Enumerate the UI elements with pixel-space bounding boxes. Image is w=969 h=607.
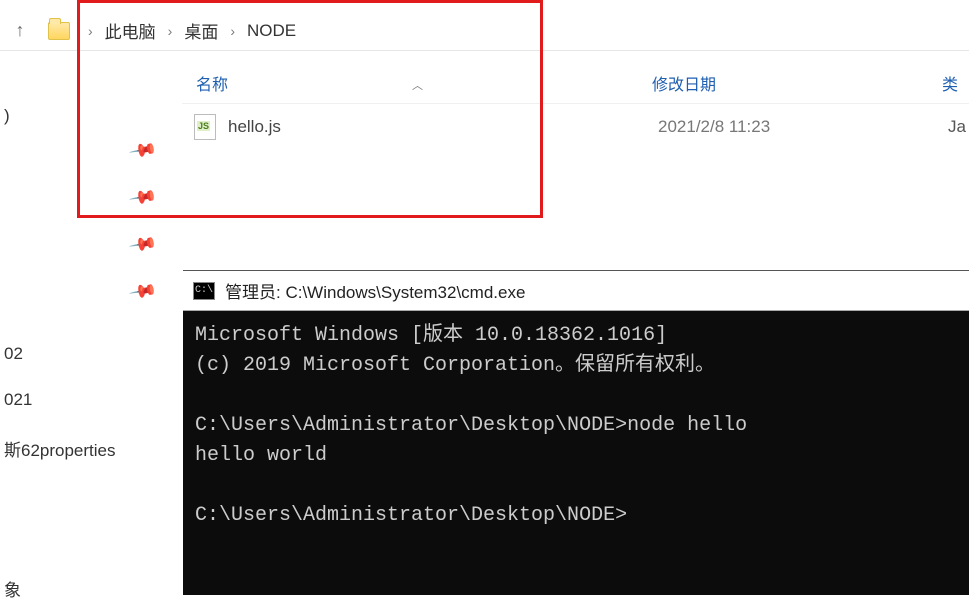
col-date-header[interactable]: 修改日期 xyxy=(652,71,942,95)
file-list: 名称 ︿ 修改日期 类 hello.js 2021/2/8 11:23 Ja xyxy=(182,62,969,212)
file-name: hello.js xyxy=(228,117,658,137)
pin-icon: 📌 xyxy=(128,135,158,165)
file-row[interactable]: hello.js 2021/2/8 11:23 Ja xyxy=(182,104,969,150)
chevron-icon: › xyxy=(222,23,243,39)
cmd-titlebar[interactable]: C:\ 管理员: C:\Windows\System32\cmd.exe xyxy=(183,271,969,311)
cmd-output[interactable]: Microsoft Windows [版本 10.0.18362.1016] (… xyxy=(183,311,969,531)
quick-access-pins: 📌 📌 📌 📌 xyxy=(132,140,154,302)
file-type: Ja xyxy=(948,117,966,137)
js-file-icon xyxy=(194,114,216,140)
pin-icon: 📌 xyxy=(128,229,158,259)
up-arrow-button[interactable]: ↑ xyxy=(6,17,34,45)
pin-icon: 📌 xyxy=(128,182,158,212)
cmd-title-text: 管理员: C:\Windows\System32\cmd.exe xyxy=(225,278,525,303)
crumb-this-pc[interactable]: 此电脑 xyxy=(101,18,160,43)
col-type-header[interactable]: 类 xyxy=(942,71,969,95)
chevron-icon: › xyxy=(160,23,181,39)
col-name-label: 名称 xyxy=(196,77,228,94)
crumb-node[interactable]: NODE xyxy=(243,21,300,41)
folder-icon xyxy=(48,22,70,40)
column-headers: 名称 ︿ 修改日期 类 xyxy=(182,62,969,104)
breadcrumb-bar: ↑ › 此电脑 › 桌面 › NODE xyxy=(0,11,969,51)
sidebar-item[interactable]: 斯62properties xyxy=(0,430,150,467)
sidebar-item[interactable]: 象 xyxy=(0,570,150,607)
chevron-icon: › xyxy=(80,23,101,39)
cmd-icon: C:\ xyxy=(193,282,215,300)
crumb-desktop[interactable]: 桌面 xyxy=(180,18,222,43)
col-name-header[interactable]: 名称 ︿ xyxy=(182,71,652,95)
cmd-window: C:\ 管理员: C:\Windows\System32\cmd.exe Mic… xyxy=(183,270,969,595)
sidebar-item[interactable]: 021 xyxy=(0,384,150,416)
sidebar-item[interactable]: ) xyxy=(0,100,150,132)
sort-caret-icon: ︿ xyxy=(412,77,423,93)
pin-icon: 📌 xyxy=(128,276,158,306)
file-date: 2021/2/8 11:23 xyxy=(658,117,948,137)
sidebar-item[interactable]: 02 xyxy=(0,338,150,370)
